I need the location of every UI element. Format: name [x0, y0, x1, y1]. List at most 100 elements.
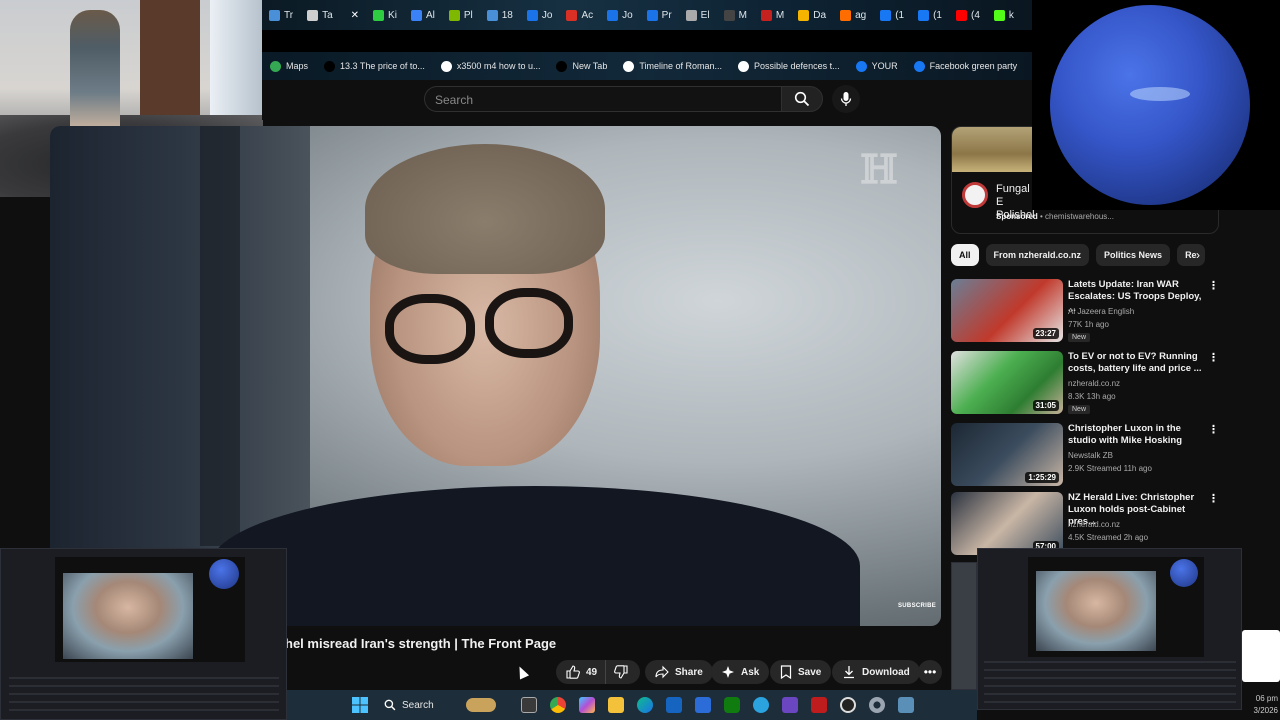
obs-icon	[839, 697, 856, 713]
filter-chip[interactable]: Re	[1177, 244, 1205, 266]
save-button[interactable]: Save	[770, 660, 832, 684]
channel-name[interactable]: Al Jazeera English	[1068, 307, 1134, 316]
video-thumbnail[interactable]: 57:00	[951, 492, 1063, 555]
browser-tab[interactable]: Da	[791, 0, 833, 30]
taskbar-app-settings[interactable]	[862, 690, 891, 720]
channel-name[interactable]: nzherald.co.nz	[1068, 520, 1120, 529]
search-input[interactable]: Search	[424, 86, 781, 112]
browser-tab[interactable]: Ta	[300, 0, 340, 30]
tab-favicon-icon	[993, 9, 1005, 21]
video-thumbnail[interactable]: 23:27	[951, 279, 1063, 342]
channel-name[interactable]: nzherald.co.nz	[1068, 379, 1120, 388]
bookmark-item[interactable]: YOUR	[848, 60, 906, 72]
browser-tab[interactable]: Ac	[559, 0, 600, 30]
browser-tab[interactable]: k	[987, 0, 1021, 30]
bookmark-item[interactable]: Possible defences t...	[730, 60, 848, 72]
video-duration: 23:27	[1032, 328, 1059, 339]
filter-chip[interactable]: All	[951, 244, 979, 266]
browser-tab[interactable]: Jo	[520, 0, 560, 30]
taskbar-search[interactable]: Search	[374, 690, 514, 720]
more-actions-button[interactable]: •••	[918, 660, 942, 684]
browser-tab[interactable]: Pr	[640, 0, 679, 30]
taskbar-app-taskview[interactable]	[514, 690, 543, 720]
browser-tab[interactable]: (1	[911, 0, 949, 30]
recommended-video-title[interactable]: To EV or not to EV? Running costs, batte…	[1068, 351, 1203, 375]
browser-tab[interactable]: (4	[949, 0, 987, 30]
browser-tab[interactable]: ag	[833, 0, 873, 30]
browser-tab[interactable]: Ki	[366, 0, 404, 30]
tab-label: Al	[425, 9, 435, 21]
more-options-icon[interactable]: ⋮	[1208, 351, 1219, 364]
more-options-icon[interactable]: ⋮	[1208, 423, 1219, 436]
subscribe-overlay[interactable]: SUBSCRIBE	[898, 603, 936, 609]
tab-favicon-icon	[723, 9, 735, 21]
bookmark-item[interactable]: Timeline of Roman...	[615, 60, 730, 72]
video-thumbnail[interactable]: 31:05	[951, 351, 1063, 414]
taskbar-app-copilot[interactable]	[572, 690, 601, 720]
download-button[interactable]: Download	[832, 660, 920, 684]
clock-time: 06 pm	[1255, 694, 1278, 703]
recommended-video[interactable]: 31:05 To EV or not to EV? Running costs, …	[951, 351, 1221, 417]
address-bar-area	[262, 30, 1032, 52]
taskbar-app-obsidian[interactable]	[775, 690, 804, 720]
share-button[interactable]: Share	[645, 660, 713, 684]
browser-tab[interactable]: Al	[404, 0, 442, 30]
tab-label: Da	[813, 9, 827, 21]
filter-chip[interactable]: Politics News	[1096, 244, 1171, 266]
ad-thumbnail[interactable]	[952, 127, 1033, 172]
browser-tab[interactable]: ✕	[340, 0, 366, 30]
bookmark-item[interactable]: x3500 m4 how to u...	[433, 60, 549, 72]
taskbar-app-outlook[interactable]	[659, 690, 688, 720]
browser-tab[interactable]: 18	[480, 0, 520, 30]
search-button[interactable]	[781, 86, 823, 112]
taskbar-app-filezilla[interactable]	[804, 690, 833, 720]
gear-icon	[868, 697, 885, 713]
more-options-icon[interactable]: ⋮	[1208, 279, 1219, 292]
voice-search-button[interactable]	[832, 85, 860, 113]
thumbs-up-icon	[566, 665, 580, 679]
like-button[interactable]: 49	[556, 660, 607, 684]
dislike-button[interactable]	[606, 660, 636, 684]
taskbar-app-xbox[interactable]	[717, 690, 746, 720]
taskbar-app-explorer[interactable]	[601, 690, 630, 720]
download-label: Download	[862, 666, 910, 678]
bookmark-icon	[780, 665, 792, 679]
taskbar-app-monitor[interactable]	[891, 690, 920, 720]
filter-chip[interactable]: From nzherald.co.nz	[985, 244, 1090, 266]
screen: Tr Ta ✕ Ki Al Pl 18 Jo Ac Jo Pr El M M Da ag (1 (1 (4 k Map…	[0, 0, 1280, 720]
taskbar-app-store[interactable]	[688, 690, 717, 720]
recommended-video-title[interactable]: Christopher Luxon in the studio with Mik…	[1068, 423, 1203, 447]
taskbar-app-chrome[interactable]	[543, 690, 572, 720]
taskbar-app-edge[interactable]	[630, 690, 659, 720]
browser-tab[interactable]: Pl	[442, 0, 480, 30]
ask-button[interactable]: Ask	[711, 660, 770, 684]
bookmark-item[interactable]: New Tab	[548, 60, 615, 72]
filter-chips: All From nzherald.co.nz Politics News Re	[951, 244, 1221, 266]
channel-name[interactable]: Newstalk ZB	[1068, 451, 1113, 460]
browser-tab[interactable]: El	[679, 0, 717, 30]
close-tab-icon[interactable]: ✕	[351, 10, 359, 21]
tab-favicon-icon	[607, 9, 619, 21]
system-clock[interactable]: 06 pm 3/2026	[1242, 690, 1280, 720]
start-button[interactable]	[345, 690, 374, 720]
bookmark-item[interactable]: Maps	[262, 60, 316, 72]
bookmark-item[interactable]: Facebook green party	[906, 60, 1026, 72]
bookmark-item[interactable]: 13.3 The price of to...	[316, 60, 433, 72]
notification-popup[interactable]	[1242, 630, 1280, 682]
browser-tab[interactable]: Jo	[600, 0, 640, 30]
browser-tab[interactable]: (1	[873, 0, 911, 30]
more-options-icon[interactable]: ⋮	[1208, 492, 1219, 505]
taskbar-app-telegram[interactable]	[746, 690, 775, 720]
tab-label: El	[700, 9, 710, 21]
recommended-video[interactable]: 23:27 Latets Update: Iran WAR Escalates: …	[951, 279, 1221, 345]
browser-tab[interactable]: M	[754, 0, 791, 30]
neptune-planet-image	[1050, 5, 1250, 205]
chevron-right-icon[interactable]: ›	[1196, 248, 1200, 262]
video-thumbnail[interactable]: 1:25:29	[951, 423, 1063, 486]
tab-favicon-icon	[760, 9, 772, 21]
taskbar-app-obs[interactable]	[833, 690, 862, 720]
browser-tab[interactable]: M	[717, 0, 754, 30]
recommended-video[interactable]: 1:25:29 Christopher Luxon in the studio w…	[951, 423, 1221, 489]
channel-watermark[interactable]: ℍ	[860, 146, 898, 193]
browser-tab[interactable]: Tr	[262, 0, 300, 30]
